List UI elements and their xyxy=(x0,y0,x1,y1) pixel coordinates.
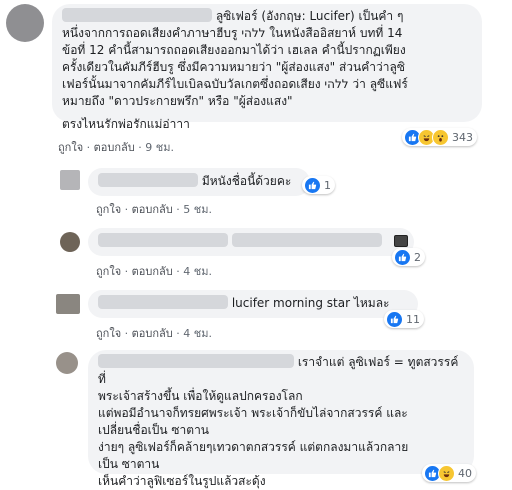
like-link[interactable]: ถูกใจ xyxy=(96,265,121,278)
comment-text-line: ข้อที่ 12 คำนี้สามารถถอดเสียงออกมาได้ว่า… xyxy=(62,43,406,57)
comment-bubble: มีหนังชื่อนี้ด้วยคะ xyxy=(88,168,310,196)
like-icon xyxy=(304,176,321,194)
like-link[interactable]: ถูกใจ xyxy=(96,327,121,340)
reaction-count-box[interactable]: 1 xyxy=(302,176,335,194)
comment-text: มีหนังชื่อนี้ด้วยคะ xyxy=(201,174,292,188)
blurred-comment-text xyxy=(231,233,382,247)
reply-link[interactable]: ตอบกลับ xyxy=(132,327,173,340)
reaction-count: 343 xyxy=(452,130,473,144)
blurred-author-name[interactable] xyxy=(98,233,228,247)
reaction-count-box[interactable]: 11 xyxy=(384,310,424,328)
blurred-author-name[interactable] xyxy=(98,295,228,309)
like-icon xyxy=(386,310,403,328)
like-link[interactable]: ถูกใจ xyxy=(58,141,83,154)
avatar[interactable] xyxy=(60,232,80,252)
avatar[interactable] xyxy=(56,294,80,314)
comment-time[interactable]: 4 ชม. xyxy=(183,265,212,278)
reply-link[interactable]: ตอบกลับ xyxy=(132,265,173,278)
comment-time[interactable]: 9 ชม. xyxy=(145,141,174,154)
comment-text-line: หนึ่งจากการถอดเสียงคำภาษาฮีบรู ללהי ในหน… xyxy=(62,26,403,40)
reply-link[interactable]: ตอบกลับ xyxy=(94,141,135,154)
comment-time[interactable]: 5 ชม. xyxy=(183,203,212,216)
comment-text-line: ครั้งเดียวในคัมภีร์ฮีบรู ซึ่งมีความหมายว… xyxy=(62,60,405,74)
comment-bubble: เราจำแต่ ลูซิเฟอร์ = ทูตสวรรค์ที่ พระเจ้… xyxy=(88,350,474,488)
comment-text-line: เป็น ซาตาน xyxy=(98,457,160,471)
comment-text-line: ง่ายๆ ลูซิเฟอร์ก็คล้ายๆเทวดาตกสวรรค์ แต่… xyxy=(98,440,409,454)
haha-icon xyxy=(438,464,455,482)
reply-link[interactable]: ตอบกลับ xyxy=(132,203,173,216)
comment-text-line: เห็นคำว่าลูฟิเซอร์ในรูปแล้วสะดุ้ง xyxy=(98,474,266,488)
blurred-author-name[interactable] xyxy=(98,173,198,187)
comment-text-line: พระเจ้าสร้างขึ้น เพื่อให้ดูแลปกครองโลก xyxy=(98,389,303,403)
reaction-count-box[interactable]: 2 xyxy=(392,248,425,266)
reaction-count: 11 xyxy=(406,312,420,326)
blurred-author-name[interactable] xyxy=(98,354,294,368)
wow-icon xyxy=(432,128,449,146)
like-icon xyxy=(394,248,411,266)
reaction-count: 1 xyxy=(324,178,331,192)
comment-text-line: แต่พอมีอำนาจก็ทรยศพระเจ้า พระเจ้าก็ขับไล… xyxy=(98,406,408,420)
reaction-count: 2 xyxy=(414,250,421,264)
reaction-count-box[interactable]: 343 xyxy=(402,128,477,146)
comment-text: ลูซิเฟอร์ (อังกฤษ: Lucifer) เป็นคำ ๆ xyxy=(215,9,404,23)
comment-text-line: เฟอร์นั้นมาจากคัมภีร์ไบเบิลฉบับวัลเกตซึ่… xyxy=(62,77,408,91)
comment-actions: ถูกใจ · ตอบกลับ · 4 ชม. xyxy=(96,327,212,340)
comment-text-line: เปลี่ยนชื่อเป็น ซาตาน xyxy=(98,423,210,437)
blurred-author-name[interactable] xyxy=(62,8,212,22)
avatar[interactable] xyxy=(60,170,80,190)
comment-text-line: หมายถึง "ดาวประกายพรึก" หรือ "ผู้ส่องแสง… xyxy=(62,94,293,108)
comment-actions: ถูกใจ · ตอบกลับ · 4 ชม. xyxy=(96,265,212,278)
comment-actions: ถูกใจ · ตอบกลับ · 5 ชม. xyxy=(96,203,212,216)
comment-bubble: ลูซิเฟอร์ (อังกฤษ: Lucifer) เป็นคำ ๆ หนึ… xyxy=(52,4,482,131)
comment-text: lucifer morning star ไหมละ xyxy=(231,296,390,310)
like-link[interactable]: ถูกใจ xyxy=(96,203,121,216)
comment-bubble: lucifer morning star ไหมละ xyxy=(88,290,418,318)
avatar[interactable] xyxy=(56,352,78,374)
comment-bubble xyxy=(88,228,414,256)
comment-time[interactable]: 4 ชม. xyxy=(183,327,212,340)
reaction-count: 40 xyxy=(458,466,472,480)
avatar[interactable] xyxy=(6,4,44,42)
tv-icon xyxy=(394,235,408,247)
comment-actions: ถูกใจ · ตอบกลับ · 9 ชม. xyxy=(58,141,174,154)
reaction-count-box[interactable]: 40 xyxy=(422,464,476,482)
